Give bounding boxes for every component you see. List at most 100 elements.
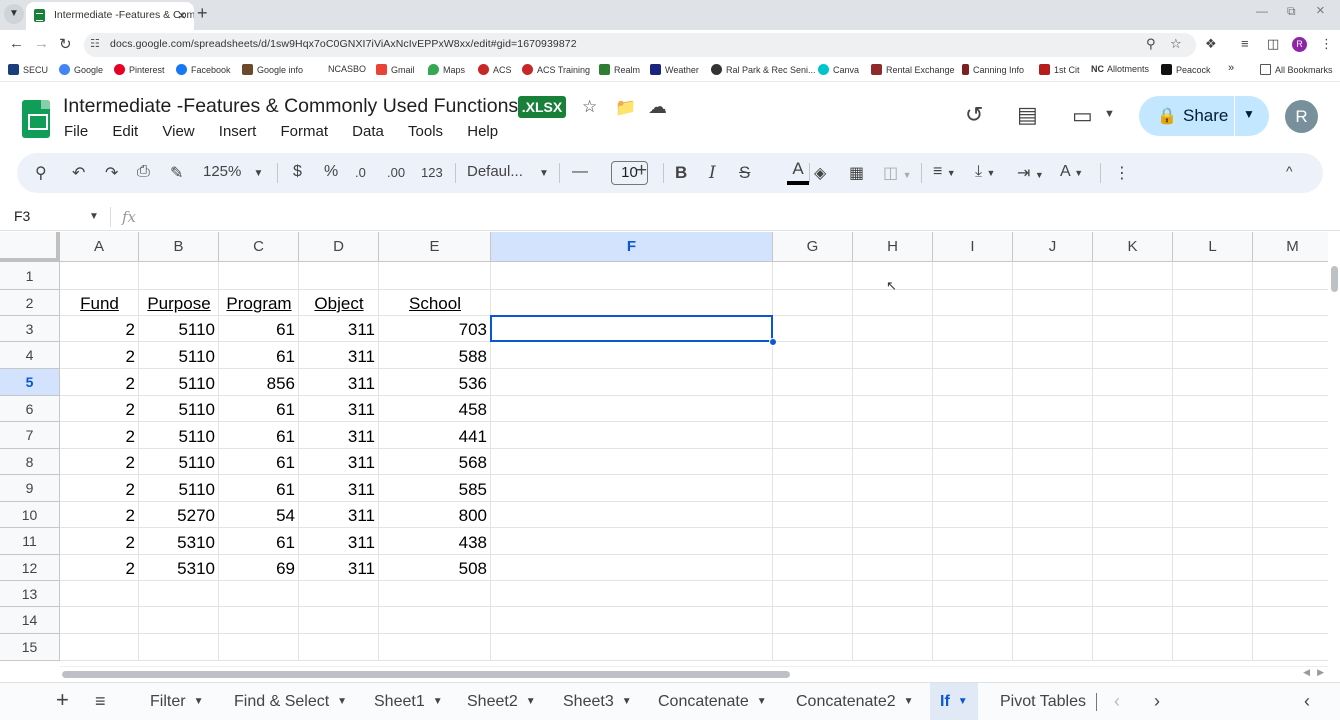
browser-profile-avatar[interactable]: R [1292,37,1307,52]
cell-b10[interactable]: 5270 [139,502,219,528]
zoom-magnifier-icon[interactable]: ⚲ [1146,36,1156,52]
row-header-1[interactable]: 1 [0,262,60,290]
vertical-align-icon[interactable]: ⤓ ▼ [975,163,995,181]
row-header-3[interactable]: 3 [0,316,60,342]
bookmark-item[interactable]: Google info [242,64,303,75]
sheet-tab[interactable]: Filter ▼ [150,683,203,720]
sheet-tab-chevron-down-icon[interactable]: ▼ [757,696,767,707]
sheet-tab[interactable]: Sheet2 ▼ [467,683,536,720]
text-rotation-icon[interactable]: A ▼ [1060,163,1083,181]
share-button[interactable]: 🔒 Share ▼ [1139,96,1269,136]
decrease-decimal-button[interactable]: .0 [355,165,366,180]
sheet-tab[interactable]: Pivot Tables [1000,683,1086,720]
site-info-icon[interactable]: ☷ [90,37,100,50]
column-header-c[interactable]: C [219,232,299,262]
cell-c4[interactable]: 61 [219,342,299,369]
cell-b3[interactable]: 5110 [139,316,219,342]
sheet-tab-chevron-down-icon[interactable]: ▼ [433,696,443,707]
cell-b7[interactable]: 5110 [139,422,219,449]
select-all-corner[interactable] [0,232,60,262]
cell-a11[interactable]: 2 [60,528,139,555]
row-header-2[interactable]: 2 [0,290,60,316]
menu-data[interactable]: Data [352,123,384,140]
column-header-f[interactable]: F [491,232,773,262]
cell-a4[interactable]: 2 [60,342,139,369]
bookmark-item[interactable]: 1st Cit [1039,64,1080,75]
cell-d5[interactable]: 311 [299,369,379,396]
row-header-14[interactable]: 14 [0,607,60,634]
cell-a3[interactable]: 2 [60,316,139,342]
scroll-sheets-left-icon[interactable]: ‹ [1114,691,1120,712]
bookmark-item[interactable]: ACS Training [522,64,590,75]
reload-icon[interactable]: ↻ [59,35,72,53]
menu-format[interactable]: Format [280,123,328,140]
row-header-8[interactable]: 8 [0,449,60,475]
side-panel-collapse-icon[interactable]: ‹ [1304,691,1310,712]
scroll-right-icon[interactable]: ▶ [1317,667,1324,678]
sheet-tab-chevron-down-icon[interactable]: ▼ [904,696,914,707]
italic-icon[interactable]: I [709,163,716,183]
row-header-9[interactable]: 9 [0,475,60,502]
column-header-i[interactable]: I [933,232,1013,262]
bold-icon[interactable]: B [675,163,687,183]
url-text[interactable]: docs.google.com/spreadsheets/d/1sw9Hqx7o… [110,38,577,50]
paint-format-icon[interactable]: ✎ [170,163,183,183]
search-menus-icon[interactable]: ⚲ [35,163,47,183]
tab-search-chevron-icon[interactable]: ▼ [4,4,24,24]
bookmark-item[interactable]: Ral Park & Rec Seni... [711,64,816,75]
bookmark-item[interactable]: ACS [478,64,512,75]
row-header-13[interactable]: 13 [0,581,60,607]
column-header-k[interactable]: K [1093,232,1173,262]
bookmark-item[interactable]: Facebook [176,64,231,75]
print-icon[interactable]: ⎙ [137,163,150,181]
column-header-g[interactable]: G [773,232,853,262]
cell-e6[interactable]: 458 [379,396,491,422]
bookmark-item[interactable]: Weather [650,64,699,75]
currency-format-button[interactable]: $ [293,163,302,181]
column-header-h[interactable]: H [853,232,933,262]
menu-edit[interactable]: Edit [112,123,138,140]
bookmark-item[interactable]: Canning Info [962,64,1024,75]
collapse-menus-chevron-up-icon[interactable]: ^ [1286,163,1293,179]
cell-a2[interactable]: Fund [60,290,139,316]
sheet-tab-chevron-down-icon[interactable]: ▼ [526,696,536,707]
cell-c7[interactable]: 61 [219,422,299,449]
text-color-icon[interactable]: A [785,159,811,187]
active-cell-selection[interactable] [490,315,773,342]
undo-icon[interactable]: ↶ [72,163,85,183]
bookmark-item[interactable]: Rental Exchange [871,64,955,75]
cell-d3[interactable]: 311 [299,316,379,342]
formula-input[interactable] [150,208,1320,226]
font-family-select[interactable]: Defaul... ▼ [467,163,549,180]
sheet-tab[interactable]: Concatenate2 ▼ [796,683,914,720]
row-header-15[interactable]: 15 [0,634,60,661]
cell-d4[interactable]: 311 [299,342,379,369]
sheet-tab-chevron-down-icon[interactable]: ▼ [622,696,632,707]
sheet-tab[interactable]: Concatenate ▼ [658,683,767,720]
cell-b11[interactable]: 5310 [139,528,219,555]
menu-tools[interactable]: Tools [408,123,443,140]
cell-e9[interactable]: 585 [379,475,491,502]
spreadsheet-grid[interactable]: A B C D E F G H I J K L M 1 2 3 4 5 6 7 8 9 10 11 12 13 14 15 Fund Pu… [0,232,1328,666]
increase-font-size-icon[interactable]: + [636,160,647,182]
text-wrapping-icon[interactable]: ⇥ ▼ [1017,163,1044,183]
redo-icon[interactable]: ↷ [105,163,118,183]
cell-e3[interactable]: 703 [379,316,491,342]
name-box[interactable]: F3 [14,208,30,224]
column-header-d[interactable]: D [299,232,379,262]
cell-a5[interactable]: 2 [60,369,139,396]
cloud-status-icon[interactable]: ☁ [648,96,667,119]
column-header-j[interactable]: J [1013,232,1093,262]
cell-e4[interactable]: 588 [379,342,491,369]
cell-d10[interactable]: 311 [299,502,379,528]
version-history-icon[interactable]: ↺ [965,102,983,128]
cell-d8[interactable]: 311 [299,449,379,475]
share-chevron-down-icon[interactable]: ▼ [1243,107,1255,121]
cell-a9[interactable]: 2 [60,475,139,502]
omnibox[interactable]: ☷ docs.google.com/spreadsheets/d/1sw9Hqx… [84,33,1196,57]
bookmark-item[interactable]: Maps [428,64,465,75]
vertical-scrollbar[interactable] [1328,232,1340,666]
column-header-l[interactable]: L [1173,232,1253,262]
row-header-10[interactable]: 10 [0,502,60,528]
bookmark-item[interactable]: SECU [8,64,48,75]
